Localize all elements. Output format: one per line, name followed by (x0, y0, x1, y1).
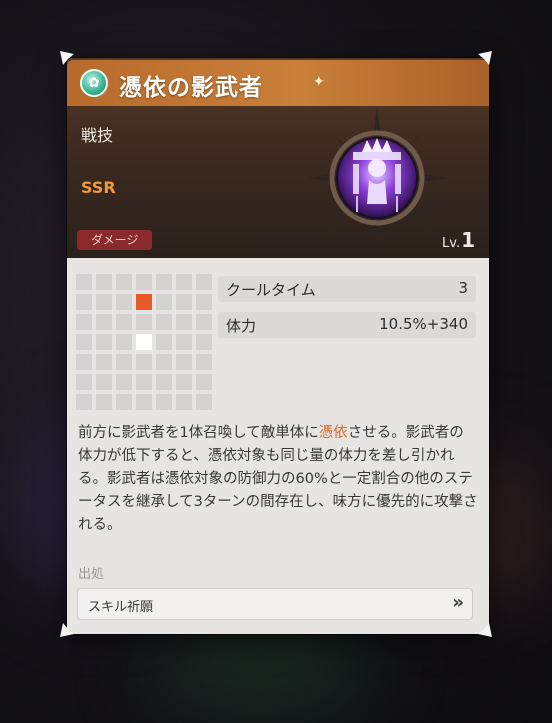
corner-ornament-icon (60, 51, 74, 65)
level-value: 1 (461, 228, 475, 252)
skill-category: 戦技 (81, 126, 114, 145)
grid-cell (136, 354, 152, 370)
stat-label: クールタイム (226, 281, 316, 299)
skill-card: ✿ 憑依の影武者 ✦ 戦技 SSR ダメージ Lv.1 クールタイム 3 体力 … (67, 58, 489, 634)
grid-cell (156, 334, 172, 350)
grid-cell (116, 274, 132, 290)
grid-cell (176, 334, 192, 350)
grid-cell (196, 274, 212, 290)
corner-ornament-icon (478, 623, 492, 637)
grid-cell (196, 294, 212, 310)
grid-cell (76, 374, 92, 390)
description-text-after: させる。影武者の体力が低下すると、憑依対象も同じ量の体力を差し引かれる。影武者は… (78, 425, 478, 533)
rank-badge-icon: ✿ (80, 69, 108, 97)
source-button-label: スキル祈願 (88, 600, 154, 615)
grid-cell (156, 374, 172, 390)
grid-cell (96, 294, 112, 310)
grid-cell (196, 334, 212, 350)
grid-cell (196, 374, 212, 390)
stat-value: 10.5%+340 (379, 315, 468, 333)
grid-cell (76, 314, 92, 330)
grid-cell (76, 354, 92, 370)
keyword-link[interactable]: 憑依 (319, 425, 348, 441)
grid-cell (116, 354, 132, 370)
grid-cell (96, 274, 112, 290)
skill-body: クールタイム 3 体力 10.5%+340 前方に影武者を1体召喚して敵単体に憑… (67, 258, 489, 634)
source-label: 出処 (78, 567, 105, 582)
skill-header: ✿ 憑依の影武者 ✦ 戦技 SSR ダメージ Lv.1 (67, 58, 489, 258)
skill-title: 憑依の影武者 (119, 75, 263, 101)
stat-label: 体力 (226, 317, 257, 335)
description-text-before: 前方に影武者を1体召喚して敵単体に (78, 425, 319, 441)
grid-cell (116, 334, 132, 350)
title-bar: ✿ 憑依の影武者 ✦ (67, 60, 489, 106)
grid-cell (96, 334, 112, 350)
grid-cell (176, 374, 192, 390)
grid-cell (156, 354, 172, 370)
grid-cell (76, 274, 92, 290)
skill-description: 前方に影武者を1体召喚して敵単体に憑依させる。影武者の体力が低下すると、憑依対象… (78, 422, 478, 537)
grid-cell (136, 274, 152, 290)
sparkle-icon: ✦ (313, 74, 325, 90)
source-button[interactable]: スキル祈願 » (77, 588, 473, 620)
grid-cell (76, 394, 92, 410)
grid-cell (176, 274, 192, 290)
grid-cell (176, 394, 192, 410)
double-chevron-right-icon: » (452, 592, 464, 613)
corner-ornament-icon (478, 51, 492, 65)
skill-tag-badge: ダメージ (77, 230, 153, 250)
grid-cell (116, 294, 132, 310)
stat-row-cooldown: クールタイム 3 (218, 276, 476, 302)
grid-cell-self (136, 334, 152, 350)
grid-cell (176, 294, 192, 310)
stat-row-hp: 体力 10.5%+340 (218, 312, 476, 338)
grid-cell (96, 394, 112, 410)
skill-emblem-icon (307, 108, 447, 248)
grid-cell (76, 294, 92, 310)
grid-cell (136, 374, 152, 390)
grid-cell (176, 314, 192, 330)
grid-cell (176, 354, 192, 370)
range-grid (76, 274, 212, 410)
grid-cell (116, 314, 132, 330)
grid-cell (136, 394, 152, 410)
grid-cell (136, 314, 152, 330)
grid-cell (96, 354, 112, 370)
grid-cell (76, 334, 92, 350)
grid-cell-target (136, 294, 152, 310)
skill-rarity: SSR (81, 178, 116, 197)
grid-cell (196, 394, 212, 410)
stat-value: 3 (458, 279, 468, 297)
grid-cell (116, 374, 132, 390)
grid-cell (96, 314, 112, 330)
grid-cell (96, 374, 112, 390)
corner-ornament-icon (60, 623, 74, 637)
grid-cell (156, 394, 172, 410)
grid-cell (196, 354, 212, 370)
grid-cell (116, 394, 132, 410)
grid-cell (156, 314, 172, 330)
grid-cell (196, 314, 212, 330)
grid-cell (156, 294, 172, 310)
grid-cell (156, 274, 172, 290)
